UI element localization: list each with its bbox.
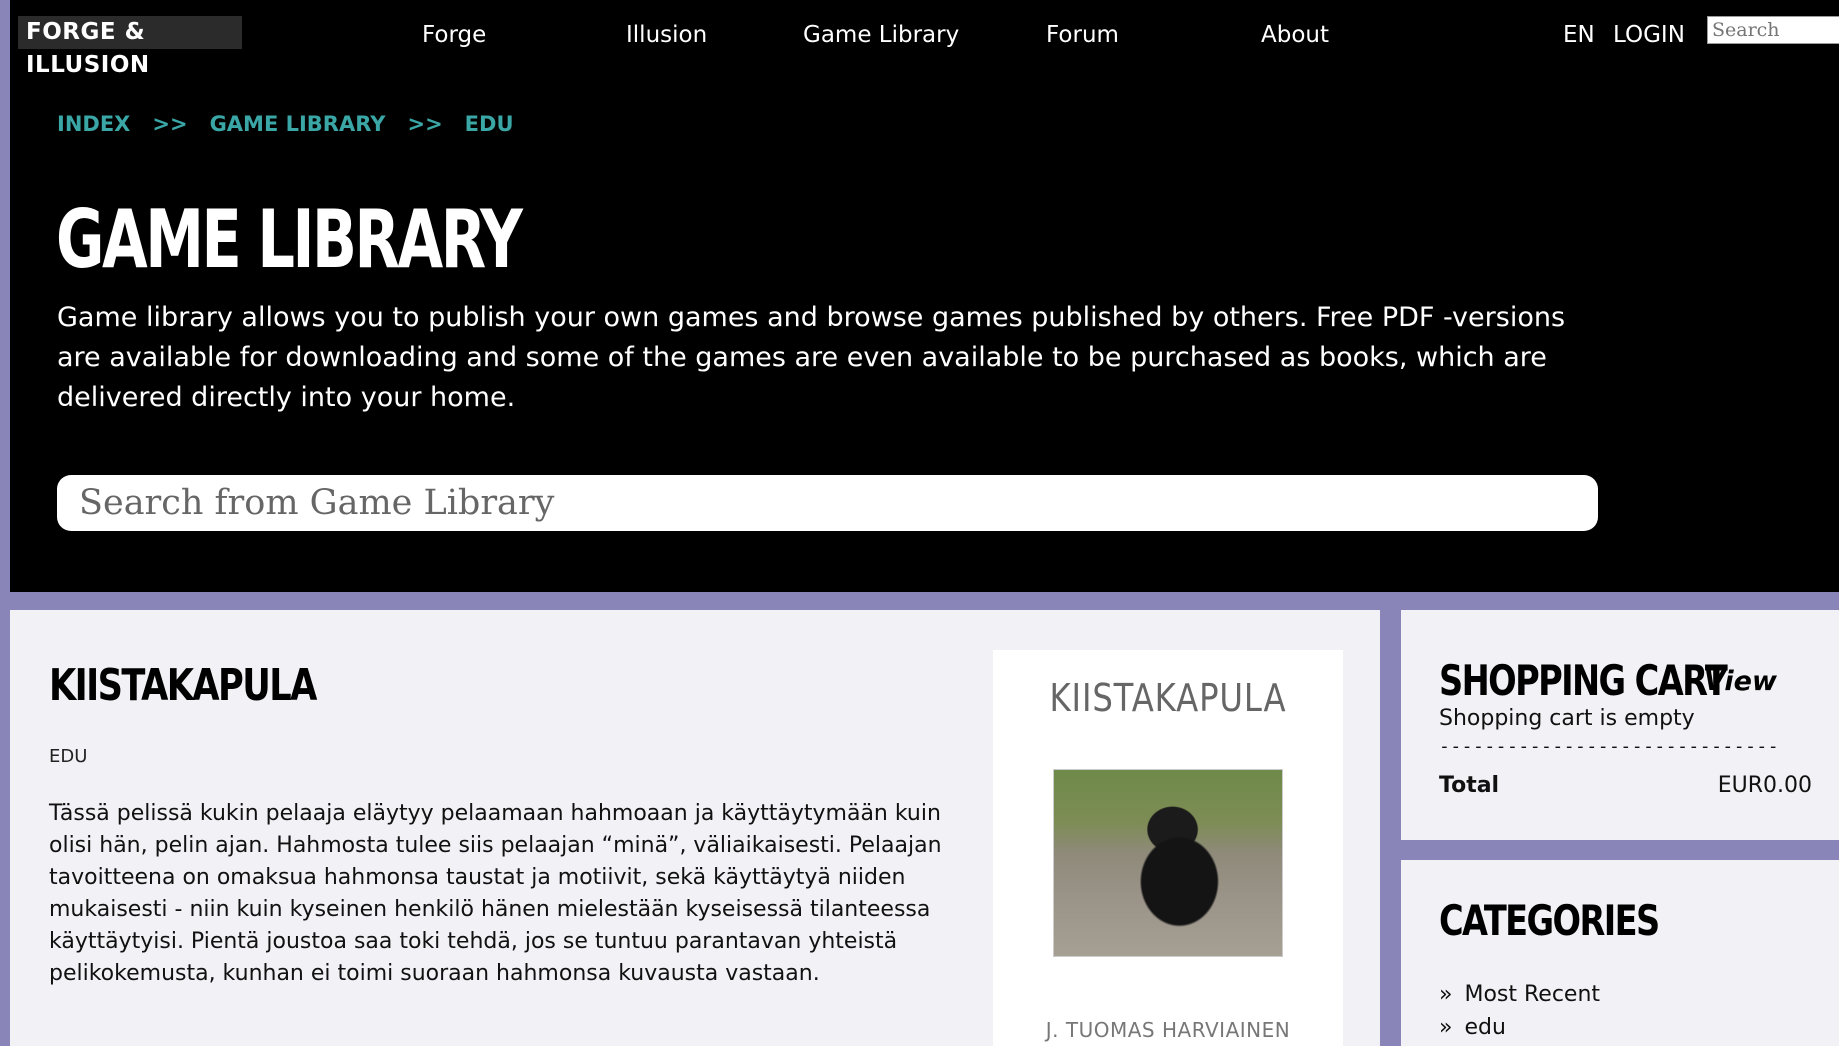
cover-photo	[1053, 769, 1283, 957]
game-detail-panel: KIISTAKAPULA EDU Tässä pelissä kukin pel…	[10, 610, 1380, 1046]
game-description: Tässä pelissä kukin pelaaja eläytyy pela…	[49, 801, 942, 986]
breadcrumb-index[interactable]: INDEX	[57, 112, 130, 136]
category-list: » Most Recent » edu	[1439, 978, 1600, 1044]
cover-author: J. TUOMAS HARVIAINEN	[1045, 1018, 1291, 1042]
shopping-cart-panel: SHOPPING CART View Shopping cart is empt…	[1401, 610, 1839, 840]
cart-view-link[interactable]: View	[1704, 666, 1777, 697]
nav-about[interactable]: About	[1261, 22, 1329, 48]
site-logo[interactable]: FORGE & ILLUSION	[18, 16, 242, 78]
category-bullet: »	[1439, 1015, 1453, 1040]
cart-divider: ------------------------------	[1439, 736, 1780, 757]
login-link[interactable]: LOGIN	[1613, 22, 1685, 48]
category-label: edu	[1464, 1015, 1506, 1040]
nav-illusion[interactable]: Illusion	[626, 22, 707, 48]
category-item-edu[interactable]: » edu	[1439, 1011, 1600, 1044]
cover-title: KIISTAKAPULA	[1049, 676, 1287, 720]
categories-panel: CATEGORIES » Most Recent » edu	[1401, 860, 1839, 1046]
nav-forge[interactable]: Forge	[422, 22, 486, 48]
language-selector[interactable]: EN	[1563, 22, 1595, 48]
nav-forum[interactable]: Forum	[1046, 22, 1119, 48]
cart-total-label: Total	[1439, 773, 1500, 798]
game-cover[interactable]: KIISTAKAPULA J. TUOMAS HARVIAINEN	[993, 650, 1343, 1046]
breadcrumb: INDEX >> GAME LIBRARY >> EDU	[57, 112, 514, 136]
hero-section: INDEX >> GAME LIBRARY >> EDU GAME LIBRAR…	[10, 74, 1839, 592]
breadcrumb-separator: >>	[407, 112, 443, 136]
game-library-search-input[interactable]	[57, 475, 1598, 531]
category-item-most-recent[interactable]: » Most Recent	[1439, 978, 1600, 1011]
breadcrumb-separator: >>	[152, 112, 188, 136]
breadcrumb-game-library[interactable]: GAME LIBRARY	[210, 112, 386, 136]
game-title: KIISTAKAPULA	[49, 660, 317, 711]
category-bullet: »	[1439, 982, 1453, 1007]
game-category-tag[interactable]: EDU	[49, 746, 87, 767]
page-description: Game library allows you to publish your …	[57, 302, 1566, 413]
site-search-input[interactable]	[1707, 16, 1839, 44]
cart-total-value: EUR0.00	[1717, 773, 1812, 798]
shopping-cart-title: SHOPPING CART	[1439, 656, 1728, 705]
page-title: GAME LIBRARY	[56, 193, 523, 286]
category-label: Most Recent	[1464, 982, 1601, 1007]
nav-game-library[interactable]: Game Library	[803, 22, 959, 48]
top-nav-bar: FORGE & ILLUSION Forge Illusion Game Lib…	[10, 0, 1839, 78]
categories-title: CATEGORIES	[1439, 896, 1660, 945]
cart-empty-message: Shopping cart is empty	[1439, 706, 1695, 731]
breadcrumb-edu[interactable]: EDU	[465, 112, 514, 136]
